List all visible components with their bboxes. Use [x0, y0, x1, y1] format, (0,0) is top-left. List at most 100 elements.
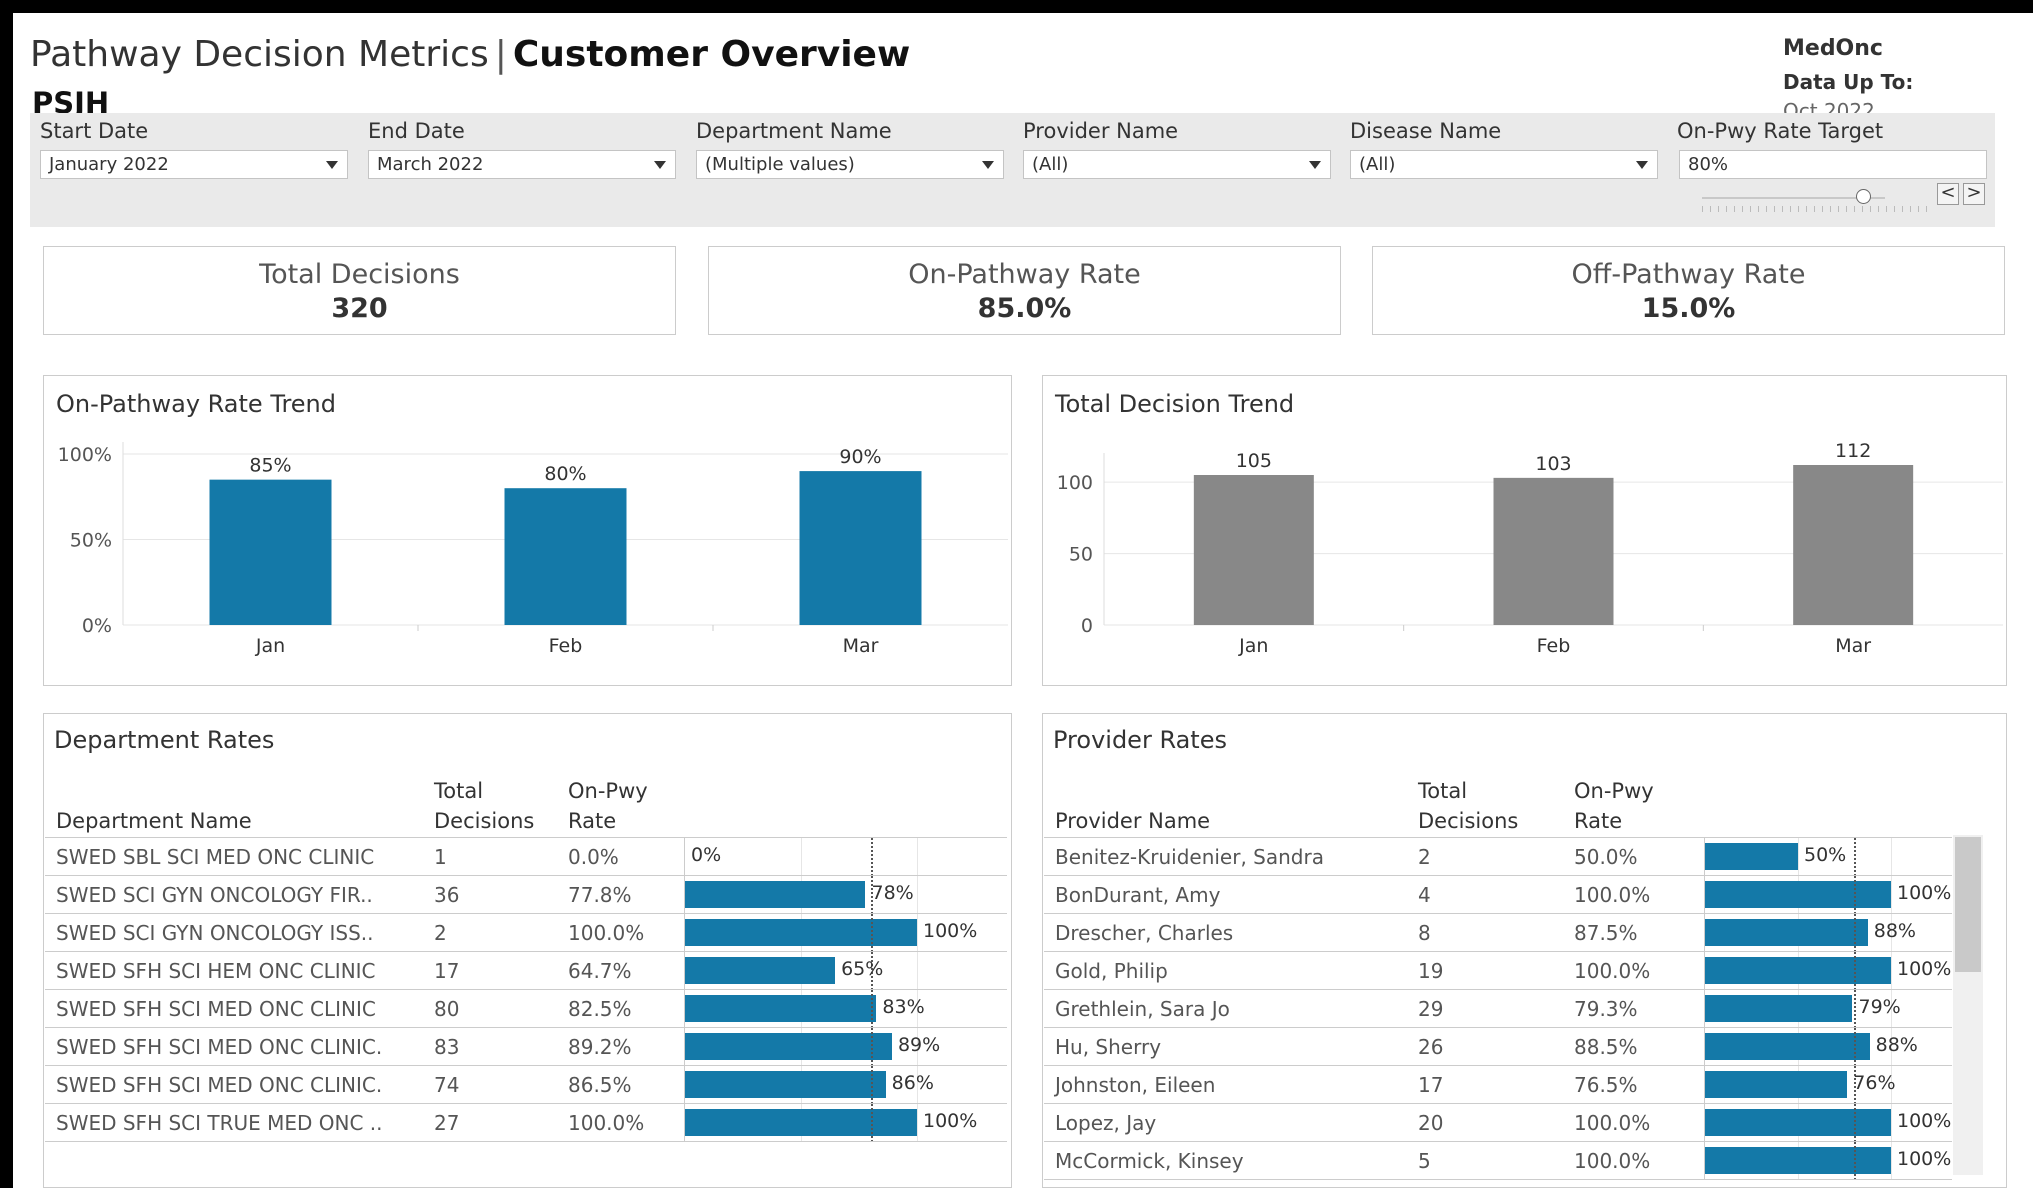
target-reference-line: [1853, 1142, 1856, 1180]
row-name: SWED SFH SCI MED ONC CLINIC: [56, 997, 376, 1021]
chevron-down-icon: [982, 161, 994, 169]
rate-bar: [1705, 1147, 1891, 1174]
rate-bar-cell: 100%: [1704, 952, 1952, 990]
row-total: 8: [1418, 921, 1431, 945]
table-row[interactable]: Grethlein, Sara Jo 29 79.3% 79%: [1044, 989, 1952, 1028]
rate-bar: [1705, 957, 1891, 984]
table-row[interactable]: SWED SFH SCI HEM ONC CLINIC 17 64.7% 65%: [45, 951, 1007, 990]
table-row[interactable]: SWED SBL SCI MED ONC CLINIC 1 0.0% 0%: [45, 837, 1008, 876]
target-reference-line: [870, 914, 873, 952]
target-reference-line: [1853, 952, 1856, 990]
bar-gridline: [1891, 1104, 1892, 1142]
next-step-button[interactable]: >: [1963, 183, 1985, 205]
chevron-down-icon: [1636, 161, 1648, 169]
row-name: SWED SFH SCI MED ONC CLINIC.: [56, 1073, 383, 1097]
table-row[interactable]: SWED SFH SCI MED ONC CLINIC. 83 89.2% 89%: [45, 1027, 1008, 1066]
row-total: 80: [434, 997, 460, 1021]
table-row[interactable]: Hu, Sherry 26 88.5% 88%: [1044, 1027, 1952, 1066]
row-total: 74: [434, 1073, 460, 1097]
row-rate: 77.8%: [568, 883, 632, 907]
rate-bar-cell: 76%: [1704, 1066, 1952, 1104]
table-row[interactable]: SWED SFH SCI MED ONC CLINIC 80 82.5% 83%: [45, 989, 1008, 1028]
target-slider-thumb[interactable]: [1856, 189, 1872, 204]
rate-bar-label: 100%: [923, 1110, 978, 1132]
rate-bar-cell: 83%: [684, 990, 1008, 1028]
rate-bar-cell: 100%: [1704, 1142, 1952, 1180]
row-rate: 88.5%: [1574, 1035, 1638, 1059]
row-name: Johnston, Eileen: [1055, 1073, 1216, 1097]
chevron-down-icon: [1309, 161, 1321, 169]
table-row[interactable]: SWED SFH SCI TRUE MED ONC .. 27 100.0% 100%: [45, 1103, 1008, 1142]
row-name: Hu, Sherry: [1055, 1035, 1162, 1059]
disease-select[interactable]: (All): [1350, 150, 1658, 179]
row-name: Lopez, Jay: [1055, 1111, 1157, 1135]
start-date-label: Start Date: [40, 119, 149, 143]
rate-bar-cell: 100%: [1704, 876, 1952, 914]
rate-bar-cell: 0%: [684, 838, 1008, 876]
rate-bar: [685, 995, 877, 1022]
rate-bar-label: 88%: [1873, 920, 1916, 942]
kpi-total-decisions: Total Decisions 320: [43, 246, 676, 335]
department-label: Department Name: [696, 119, 892, 143]
table-row[interactable]: Lopez, Jay 20 100.0% 100%: [1044, 1103, 1952, 1142]
department-select[interactable]: (Multiple values): [696, 150, 1004, 179]
rate-bar-label: 100%: [1897, 958, 1952, 980]
provider-select[interactable]: (All): [1023, 150, 1331, 179]
row-name: SWED SFH SCI TRUE MED ONC ..: [56, 1111, 383, 1135]
row-rate: 89.2%: [568, 1035, 632, 1059]
row-name: Gold, Philip: [1055, 959, 1168, 983]
table-row[interactable]: Benitez-Kruidenier, Sandra 2 50.0% 50%: [1044, 837, 1952, 876]
provider-table-scrollbar-thumb[interactable]: [1955, 837, 1981, 972]
kpi-label: Total Decisions: [259, 259, 460, 290]
prov-col-name: Provider Name: [1055, 809, 1211, 833]
table-row[interactable]: Drescher, Charles 8 87.5% 88%: [1044, 913, 1952, 952]
disease-value: (All): [1359, 154, 1396, 175]
end-date-label: End Date: [368, 119, 465, 143]
bar: [1793, 465, 1914, 625]
rate-bar-label: 100%: [1897, 1148, 1952, 1170]
x-tick-label: Feb: [1537, 635, 1571, 657]
chevron-down-icon: [654, 161, 666, 169]
table-row[interactable]: Gold, Philip 19 100.0% 100%: [1044, 951, 1952, 990]
table-row[interactable]: SWED SFH SCI MED ONC CLINIC. 74 86.5% 86%: [45, 1065, 1007, 1104]
bar-gridline: [1798, 838, 1799, 876]
row-total: 36: [434, 883, 460, 907]
provider-table: Benitez-Kruidenier, Sandra 2 50.0% 50% BonDu…: [1044, 837, 1952, 1188]
row-name: SWED SCI GYN ONCOLOGY FIR..: [56, 883, 373, 907]
target-input[interactable]: 80%: [1679, 150, 1987, 179]
disease-label: Disease Name: [1350, 119, 1502, 143]
prov-col-total-2: Decisions: [1418, 809, 1519, 833]
department-rates-title: Department Rates: [54, 726, 275, 754]
kpi-value: 15.0%: [1641, 293, 1736, 324]
total-trend-chart: 0 50 100 105 Jan 103 Feb 112 Mar: [1057, 440, 2003, 657]
onpwy-trend-chart: 0% 50% 100% 85% Jan 80% Feb 90% Mar: [58, 442, 1008, 657]
target-reference-line: [870, 1104, 873, 1142]
row-rate: 100.0%: [1574, 883, 1651, 907]
rate-bar-label: 78%: [871, 882, 914, 904]
data-up-to-label: Data Up To:: [1783, 70, 1914, 94]
start-date-select[interactable]: January 2022: [40, 150, 348, 179]
table-row[interactable]: SWED SCI GYN ONCOLOGY ISS.. 2 100.0% 100%: [45, 913, 1007, 952]
row-total: 2: [434, 921, 447, 945]
table-row[interactable]: Johnston, Eileen 17 76.5% 76%: [1044, 1065, 1952, 1104]
rate-bar-cell: 100%: [684, 1104, 1008, 1142]
table-row[interactable]: SWED SCI GYN ONCOLOGY FIR.. 36 77.8% 78%: [45, 875, 1007, 914]
table-row[interactable]: McCormick, Kinsey 5 100.0% 100%: [1044, 1141, 1952, 1180]
bar-value-label: 112: [1835, 440, 1871, 462]
row-total: 29: [1418, 997, 1444, 1021]
target-value: 80%: [1688, 154, 1729, 175]
title-light: Pathway Decision Metrics: [30, 34, 489, 75]
bar-gridline: [917, 838, 918, 876]
bar-gridline: [801, 838, 802, 876]
bar: [504, 488, 627, 625]
rate-bar: [685, 881, 866, 908]
table-row[interactable]: BonDurant, Amy 4 100.0% 100%: [1044, 875, 1952, 914]
start-date-value: January 2022: [49, 154, 169, 175]
bar-gridline: [917, 876, 918, 914]
row-rate: 79.3%: [1574, 997, 1638, 1021]
end-date-select[interactable]: March 2022: [368, 150, 676, 179]
rate-bar-cell: 89%: [684, 1028, 1008, 1066]
row-total: 26: [1418, 1035, 1444, 1059]
bar-gridline: [1891, 952, 1892, 990]
prev-step-button[interactable]: <: [1937, 183, 1959, 205]
